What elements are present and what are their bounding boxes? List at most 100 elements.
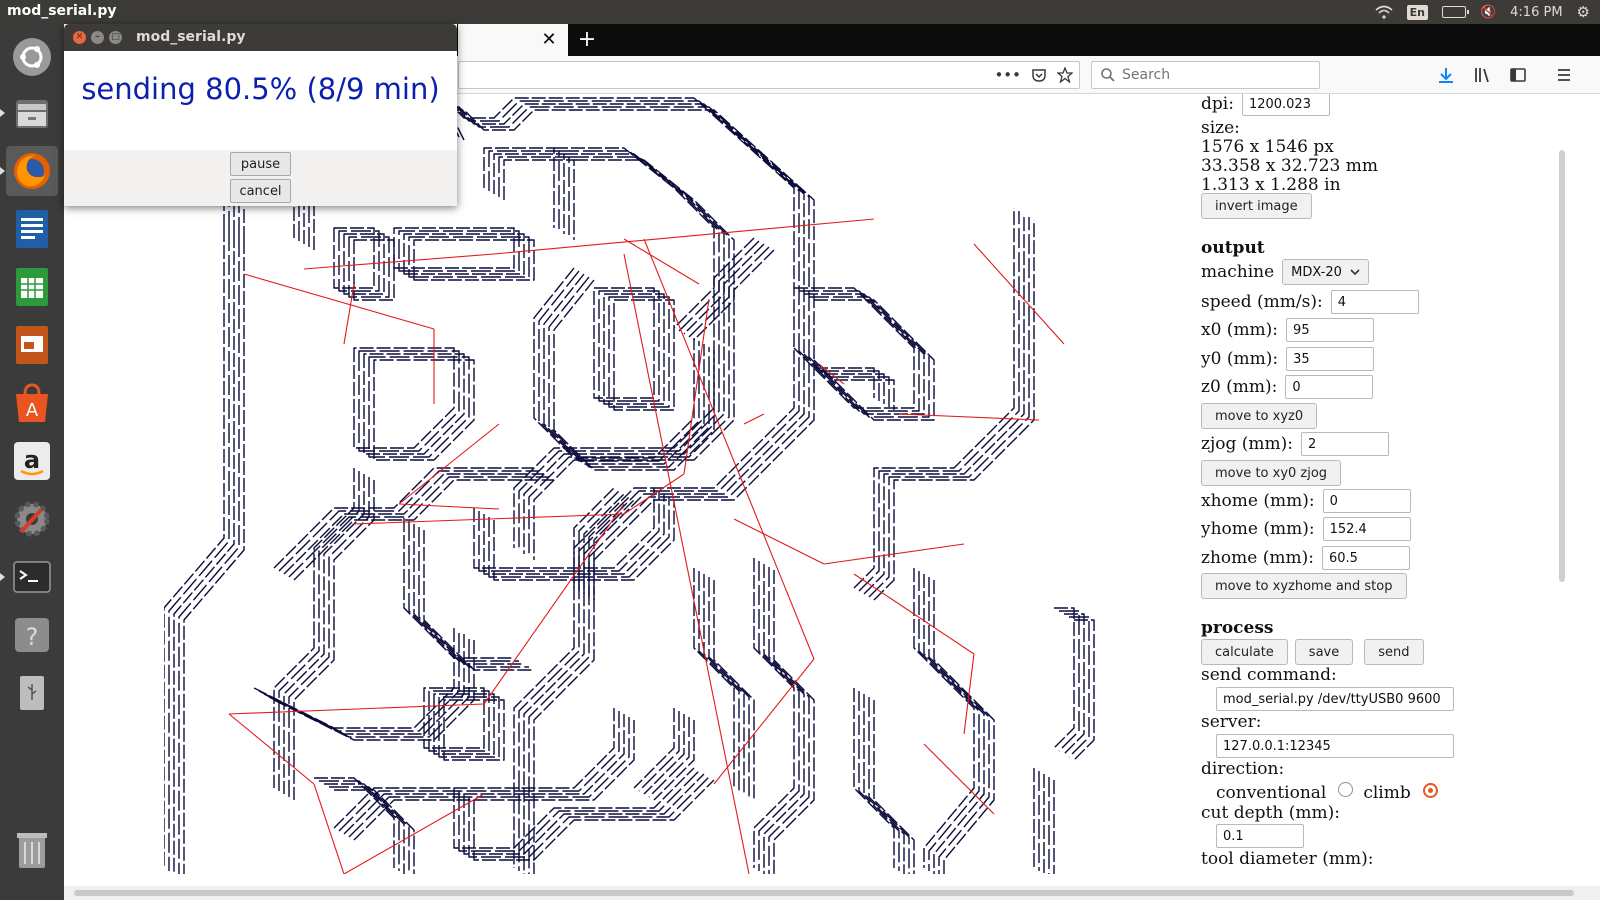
- libreoffice-calc-icon[interactable]: [6, 262, 58, 312]
- ubuntu-dash-icon[interactable]: [6, 32, 58, 82]
- toolpath-contour: [608, 296, 670, 408]
- search-icon: [1101, 68, 1115, 82]
- pocket-icon[interactable]: [1031, 67, 1047, 83]
- x0-label: x0 (mm):: [1201, 320, 1279, 340]
- toolpath-preview: [164, 97, 1095, 874]
- send-button[interactable]: send: [1364, 639, 1424, 665]
- downloads-icon[interactable]: [1436, 65, 1456, 85]
- toolpath-contour: [829, 376, 890, 407]
- server-label: server:: [1201, 712, 1262, 732]
- yhome-label: yhome (mm):: [1201, 519, 1315, 539]
- files-icon[interactable]: [0, 88, 58, 138]
- clock[interactable]: 4:16 PM: [1510, 5, 1562, 20]
- close-icon[interactable]: ✕: [73, 31, 86, 44]
- page-content: dpi: size: 1576 x 1546 px 33.358 x 32.72…: [64, 94, 1600, 900]
- speed-label: speed (mm/s):: [1201, 292, 1323, 312]
- toolpath-contour: [1058, 610, 1080, 752]
- rapid-move-line: [643, 238, 815, 660]
- url-bar[interactable]: •••: [458, 61, 1080, 89]
- wifi-icon[interactable]: [1375, 5, 1393, 19]
- toolpath-contour: [868, 697, 910, 874]
- toolpath-contour: [288, 477, 370, 797]
- zjog-label: zjog (mm):: [1201, 434, 1293, 454]
- machine-select[interactable]: MDX-20: [1282, 259, 1369, 285]
- toolpath-contour: [363, 353, 465, 455]
- trash-icon[interactable]: [6, 824, 58, 874]
- vertical-scrollbar-thumb[interactable]: [1559, 150, 1565, 582]
- move-to-xyz0-button[interactable]: move to xyz0: [1201, 403, 1318, 429]
- unity-launcher: A a ?: [0, 24, 64, 900]
- libreoffice-writer-icon[interactable]: [6, 204, 58, 254]
- bookmark-star-icon[interactable]: [1057, 67, 1073, 83]
- help-icon[interactable]: ?: [6, 610, 58, 660]
- toolpath-contour: [603, 293, 665, 405]
- send-command-label: send command:: [1201, 665, 1337, 685]
- toolpath-contour: [273, 468, 355, 788]
- toolpath-contour: [918, 571, 980, 871]
- toolpath-contour: [858, 691, 900, 871]
- rapid-move-line: [623, 238, 700, 285]
- toolpath-contour: [803, 293, 925, 415]
- search-input[interactable]: [1122, 65, 1312, 85]
- terminal-icon[interactable]: [0, 552, 58, 602]
- ubuntu-software-icon[interactable]: A: [6, 378, 58, 428]
- sidebar-toggle-icon[interactable]: [1508, 65, 1528, 85]
- process-heading: process: [1201, 618, 1274, 638]
- toolpath-contour: [583, 493, 625, 594]
- dpi-input[interactable]: [1241, 94, 1330, 116]
- zhome-label: zhome (mm):: [1201, 548, 1314, 568]
- system-tray: En 🔇 4:16 PM ⚙: [1375, 0, 1600, 24]
- tab-close-icon[interactable]: ✕: [538, 29, 560, 51]
- search-bar[interactable]: [1091, 61, 1320, 89]
- toolpath-contour: [798, 290, 920, 412]
- toolpath-contour: [513, 237, 755, 548]
- minimize-icon[interactable]: –: [91, 31, 104, 44]
- cut-depth-input[interactable]: [1216, 824, 1304, 848]
- hamburger-menu-icon[interactable]: [1554, 65, 1574, 85]
- y0-input[interactable]: [1286, 347, 1375, 371]
- move-to-xyzhome-and-stop-button[interactable]: move to xyzhome and stop: [1201, 573, 1407, 599]
- volume-muted-icon[interactable]: 🔇: [1480, 5, 1496, 20]
- horizontal-scrollbar[interactable]: [64, 886, 1600, 900]
- firefox-icon[interactable]: [0, 146, 58, 196]
- send-command-input[interactable]: [1216, 687, 1454, 711]
- toolpath-contour: [593, 287, 655, 399]
- xhome-input[interactable]: [1322, 489, 1411, 513]
- progress-dialog: ✕ – □ mod_serial.py sending 80.5% (8/9 m…: [64, 24, 457, 206]
- cancel-button[interactable]: cancel: [230, 179, 291, 203]
- horizontal-scrollbar-thumb[interactable]: [74, 890, 1574, 896]
- dialog-title-bar[interactable]: ✕ – □ mod_serial.py: [64, 24, 457, 51]
- zjog-input[interactable]: [1300, 432, 1389, 456]
- move-to-xy0-zjog-button[interactable]: move to xy0 zjog: [1201, 460, 1342, 486]
- library-icon[interactable]: [1472, 65, 1492, 85]
- maximize-icon[interactable]: □: [109, 31, 122, 44]
- toolpath-contour: [523, 243, 765, 554]
- usb-drive-icon[interactable]: [6, 668, 58, 718]
- browser-toolbar-icons: [1436, 65, 1574, 85]
- direction-climb-radio[interactable]: [1422, 782, 1438, 798]
- toolpath-contour: [868, 217, 1030, 598]
- direction-conventional-radio[interactable]: [1338, 781, 1354, 797]
- z0-input[interactable]: [1285, 375, 1374, 399]
- server-input[interactable]: [1216, 734, 1454, 758]
- rapid-move-line: [228, 713, 315, 785]
- rapid-move-line: [898, 413, 1040, 421]
- pause-button[interactable]: pause: [230, 152, 291, 176]
- libreoffice-impress-icon[interactable]: [6, 320, 58, 370]
- new-tab-button[interactable]: +: [574, 26, 600, 54]
- tab-active[interactable]: ✕: [458, 24, 568, 56]
- system-settings-icon[interactable]: [6, 494, 58, 544]
- zhome-input[interactable]: [1321, 546, 1410, 570]
- invert-image-button[interactable]: invert image: [1201, 193, 1312, 219]
- amazon-icon[interactable]: a: [6, 436, 58, 486]
- yhome-input[interactable]: [1322, 517, 1411, 541]
- vertical-scrollbar[interactable]: [1556, 150, 1568, 582]
- system-gear-icon[interactable]: ⚙: [1577, 3, 1590, 21]
- page-actions-menu-icon[interactable]: •••: [994, 66, 1021, 84]
- x0-input[interactable]: [1286, 318, 1375, 342]
- toolpath-contour: [569, 156, 730, 338]
- battery-icon[interactable]: [1441, 6, 1469, 18]
- keyboard-layout-indicator[interactable]: En: [1406, 4, 1428, 20]
- speed-input[interactable]: [1330, 290, 1419, 314]
- toolpath-contour: [813, 299, 935, 421]
